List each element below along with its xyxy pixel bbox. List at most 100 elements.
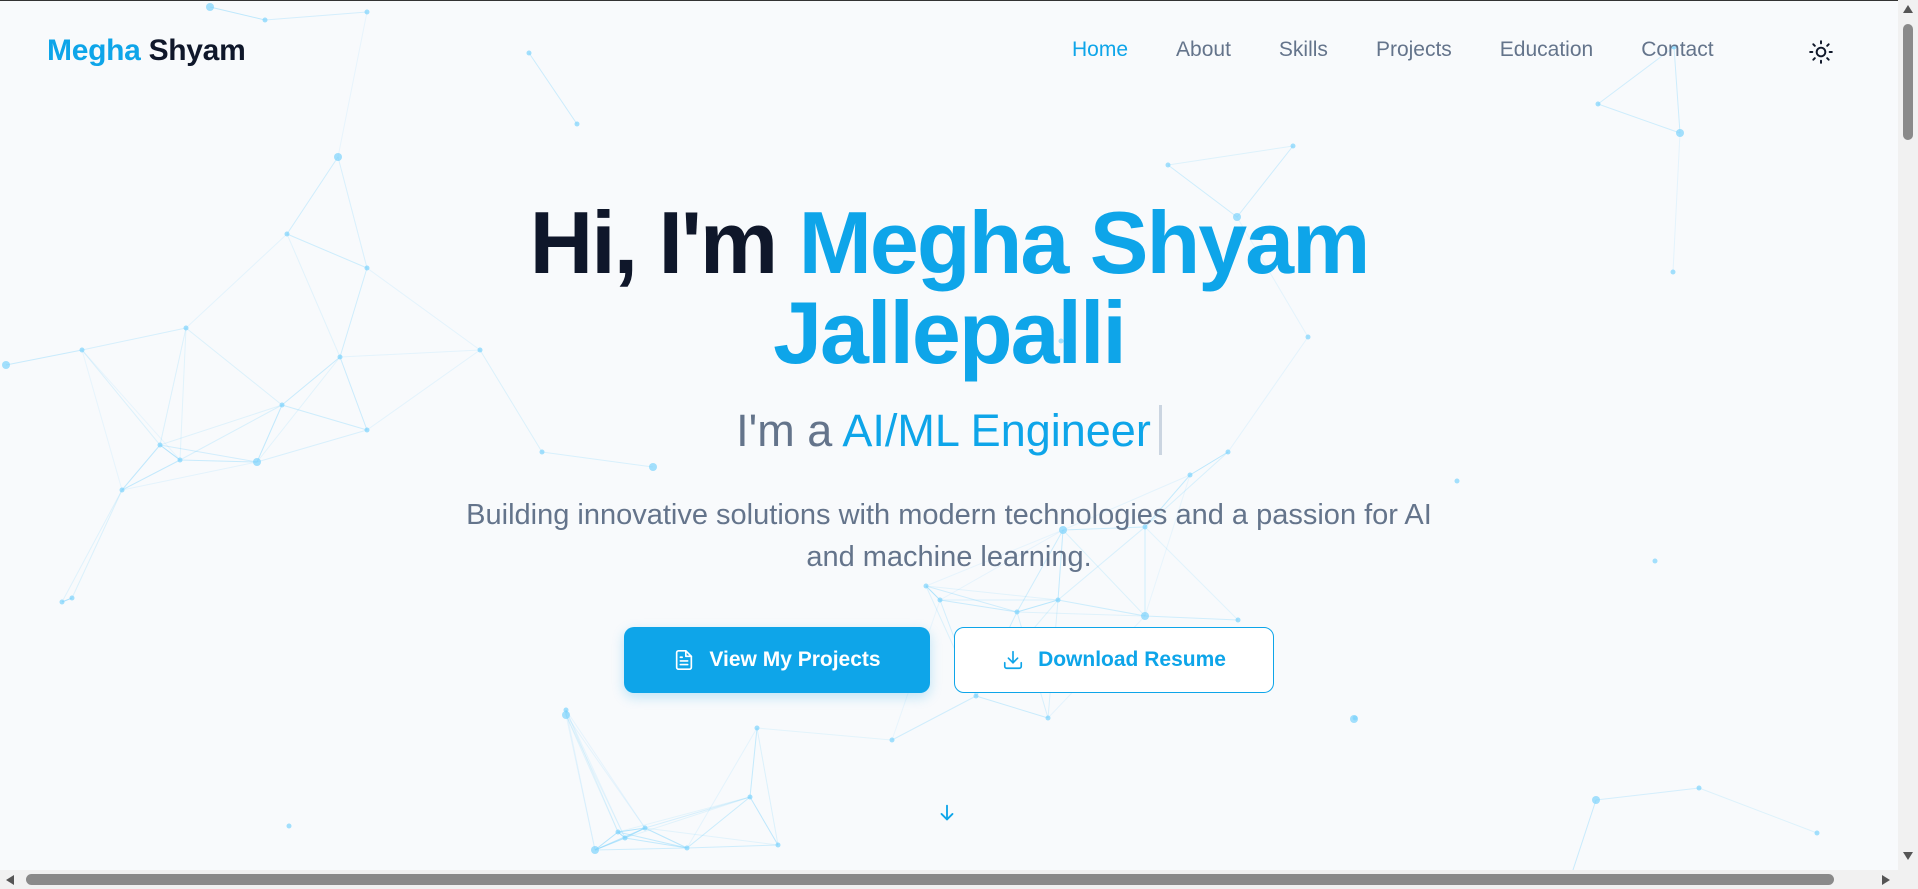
hero-greeting: Hi, I'm (529, 193, 779, 292)
network-node (1187, 472, 1193, 478)
horizontal-scrollbar-thumb[interactable] (26, 874, 1834, 885)
role-title: AI/ML Engineer (842, 405, 1151, 456)
network-link (264, 11, 368, 21)
network-link (925, 585, 1059, 601)
network-link (686, 727, 758, 849)
main-navigation: Home About Skills Projects Education Con… (1072, 38, 1714, 62)
network-node (754, 725, 760, 731)
document-icon (676, 650, 693, 670)
network-node (1454, 478, 1460, 484)
network-node (649, 463, 657, 471)
arrow-down-icon (940, 804, 954, 821)
network-link (594, 837, 626, 851)
network-node (684, 845, 690, 851)
view-projects-label: View My Projects (709, 648, 881, 671)
scroll-up-arrow-icon[interactable] (1903, 5, 1913, 13)
network-link (209, 6, 266, 21)
hero-role-line: I'm a AI/ML Engineer (0, 403, 1898, 459)
view-projects-button[interactable]: View My Projects (624, 627, 930, 693)
network-node (119, 487, 125, 493)
network-link (565, 714, 619, 833)
network-node (973, 693, 979, 699)
network-link (594, 847, 688, 851)
network-node (1592, 796, 1600, 804)
network-link (686, 844, 779, 849)
logo-first-name: Megha (47, 34, 141, 67)
network-node (562, 711, 570, 719)
network-link (121, 459, 181, 491)
network-node (1350, 715, 1358, 723)
network-node (59, 599, 65, 605)
network-link (61, 489, 123, 603)
nav-link-projects[interactable]: Projects (1376, 38, 1452, 62)
network-node (364, 9, 370, 15)
network-link (1572, 799, 1597, 870)
network-link (1167, 145, 1294, 166)
network-node (286, 823, 292, 829)
theme-toggle-button[interactable] (1808, 39, 1834, 65)
network-link (939, 599, 1018, 613)
network-node (262, 17, 268, 23)
nav-link-contact[interactable]: Contact (1641, 38, 1713, 62)
hero-name-line1: Megha Shyam (798, 193, 1371, 292)
network-link (617, 831, 688, 849)
network-link (975, 695, 1049, 719)
network-node (889, 737, 895, 743)
network-node (1235, 617, 1241, 623)
download-resume-label: Download Resume (1038, 648, 1226, 671)
network-node (526, 50, 532, 56)
network-link (624, 837, 688, 849)
network-node (253, 458, 261, 466)
vertical-scrollbar-thumb[interactable] (1903, 24, 1913, 140)
network-node (1652, 558, 1658, 564)
scroll-down-button[interactable] (936, 802, 958, 824)
network-link (71, 489, 123, 599)
network-node (1014, 609, 1020, 615)
nav-link-education[interactable]: Education (1500, 38, 1593, 62)
network-node (1165, 162, 1171, 168)
network-node (1055, 597, 1061, 603)
network-node (1814, 830, 1820, 836)
network-node (591, 846, 599, 854)
hero-heading: Hi, I'm Megha Shyam Jallepalli (0, 198, 1898, 378)
network-link (337, 11, 368, 158)
horizontal-scrollbar[interactable] (0, 870, 1918, 889)
network-node (923, 583, 929, 589)
network-node (1045, 715, 1051, 721)
network-link (1144, 615, 1239, 621)
download-resume-button[interactable]: Download Resume (954, 627, 1274, 693)
network-link (624, 796, 751, 839)
network-node (642, 825, 648, 831)
scroll-down-arrow-icon[interactable] (1903, 852, 1913, 860)
network-node (615, 829, 621, 835)
network-node (1290, 143, 1296, 149)
site-logo[interactable]: Megha Shyam (47, 34, 246, 68)
hero-tagline: Building innovative solutions with moder… (466, 499, 1432, 573)
network-link (1698, 787, 1818, 834)
nav-link-home[interactable]: Home (1072, 38, 1128, 62)
nav-link-about[interactable]: About (1176, 38, 1231, 62)
scroll-left-arrow-icon[interactable] (6, 875, 14, 885)
logo-last-name: Shyam (148, 34, 246, 67)
nav-link-skills[interactable]: Skills (1279, 38, 1328, 62)
network-node (1595, 101, 1601, 107)
network-node (206, 3, 214, 11)
network-node (1141, 612, 1149, 620)
sun-icon (1809, 40, 1833, 64)
network-node (747, 794, 753, 800)
network-node (937, 597, 943, 603)
network-node (334, 153, 342, 161)
network-node (1696, 785, 1702, 791)
network-node (1676, 129, 1684, 137)
network-link (565, 714, 626, 839)
network-node (622, 835, 628, 841)
network-node (69, 595, 75, 601)
network-link (756, 727, 893, 741)
scroll-right-arrow-icon[interactable] (1882, 875, 1890, 885)
network-link (528, 52, 578, 125)
network-link (1597, 103, 1681, 134)
network-link (1595, 787, 1700, 801)
hero-name-line2: Jallepalli (773, 283, 1127, 382)
vertical-scrollbar[interactable] (1898, 0, 1918, 870)
download-icon (1003, 650, 1023, 670)
